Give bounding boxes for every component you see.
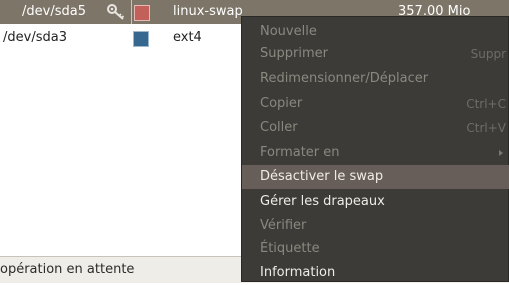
menu-item-label: Coller [260,120,298,135]
menu-item-label: Vérifier [260,218,307,233]
menu-item-check[interactable]: Vérifier [242,214,509,238]
menu-item-shortcut: Ctrl+C [466,97,506,111]
key-icon [107,4,125,20]
menu-item-label: Désactiver le swap [260,169,384,184]
menu-item-shortcut: Ctrl+V [466,121,506,135]
partition-filesystem: ext4 [173,30,202,45]
menu-item-label: Nouvelle [260,24,317,39]
menu-item-paste[interactable]: Coller Ctrl+V [242,116,509,140]
filesystem-color-swatch [134,5,150,21]
menu-item-label-partition[interactable]: Étiquette [242,237,509,261]
partition-device: /dev/sda3 [3,30,67,45]
menu-item-format-as[interactable]: Formater en [242,141,509,165]
menu-item-information[interactable]: Information [242,261,509,285]
menu-item-label: Formater en [260,145,340,160]
menu-item-label: Redimensionner/Déplacer [260,71,429,86]
partition-device: /dev/sda5 [22,4,86,19]
submenu-arrow-icon [499,150,503,156]
filesystem-color-swatch [133,31,149,47]
menu-item-resize-move[interactable]: Redimensionner/Déplacer [242,67,509,91]
menu-item-label: Information [260,265,336,280]
menu-item-new[interactable]: Nouvelle [242,20,509,44]
menu-item-manage-flags[interactable]: Gérer les drapeaux [242,190,509,214]
menu-item-shortcut: Suppr [470,47,506,61]
menu-item-label: Supprimer [260,46,328,61]
context-menu: Nouvelle Supprimer Suppr Redimensionner/… [241,16,509,282]
menu-item-copy[interactable]: Copier Ctrl+C [242,92,509,116]
partition-filesystem: linux-swap [173,4,243,19]
menu-item-delete[interactable]: Supprimer Suppr [242,42,509,66]
menu-item-label: Gérer les drapeaux [260,194,385,209]
menu-item-label: Étiquette [260,241,320,256]
pending-operations-text: opération en attente [0,262,135,277]
column-divider [131,0,132,24]
menu-item-label: Copier [260,96,303,111]
menu-item-swapoff[interactable]: Désactiver le swap [242,165,509,189]
